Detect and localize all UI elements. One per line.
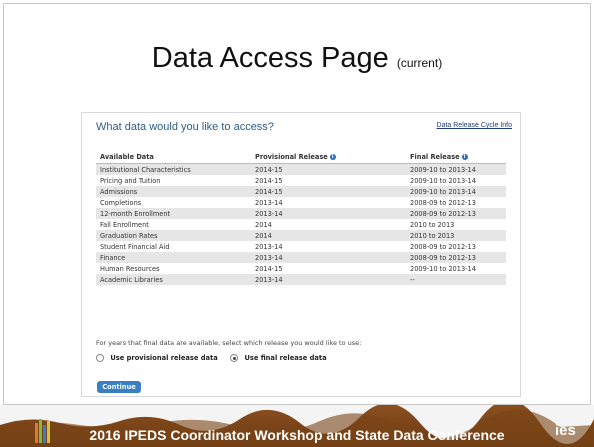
cell-data-name: Pricing and Tuition <box>100 176 161 185</box>
slide-title: Data Access Page (current) <box>0 42 594 75</box>
access-question: What data would you like to access? <box>96 121 274 133</box>
table-row: Graduation Rates 2014 2010 to 2013 <box>96 230 506 241</box>
table-row: Student Financial Aid 2013-14 2008-09 to 2… <box>96 241 506 252</box>
cell-final: 2010 to 2013 <box>406 230 506 241</box>
cell-final: 2008-09 to 2012-13 <box>410 242 476 251</box>
ies-logo: ies <box>555 422 576 439</box>
cell-final: 2009-10 to 2013-14 <box>410 264 476 273</box>
cell-final: 2008-09 to 2012-13 <box>406 252 506 263</box>
slide-title-text: Data Access Page <box>151 42 389 74</box>
cell-data-name: Completions <box>100 198 142 207</box>
table-row: Completions 2013-14 2008-09 to 2012-13 <box>96 197 506 208</box>
cell-data-name: 12-month Enrollment <box>96 208 251 219</box>
cell-data-name: Finance <box>96 252 251 263</box>
slide: Data Access Page (current) What data wou… <box>0 0 594 447</box>
cell-final: 2008-09 to 2012-13 <box>406 208 506 219</box>
cell-final: 2009-10 to 2013-14 <box>406 186 506 197</box>
option-final[interactable]: Use final release data <box>230 354 327 362</box>
option-provisional-label: Use provisional release data <box>110 354 218 362</box>
info-icon[interactable]: i <box>461 154 468 160</box>
table-row: Human Resources 2014-15 2009-10 to 2013-14 <box>96 263 506 274</box>
cell-provisional: 2014-15 <box>255 264 283 273</box>
cell-provisional: 2014 <box>255 220 272 229</box>
release-options: Use provisional release data Use final r… <box>96 354 337 362</box>
table-row: Institutional Characteristics 2014-15 2009… <box>96 163 506 175</box>
cell-data-name: Graduation Rates <box>96 230 251 241</box>
available-data-table: Available Data Provisional Release i Fina… <box>96 151 506 285</box>
radio-provisional[interactable] <box>96 354 104 362</box>
option-final-label: Use final release data <box>244 354 327 362</box>
slide-title-sub: (current) <box>396 56 443 70</box>
table-row: Fall Enrollment 2014 2010 to 2013 <box>96 219 506 230</box>
cell-provisional: 2013-14 <box>255 242 283 251</box>
table-header-row: Available Data Provisional Release i Fina… <box>96 151 506 164</box>
cell-provisional: 2013-14 <box>251 208 406 219</box>
release-prompt: For years that final data are available,… <box>96 339 362 347</box>
cell-data-name: Human Resources <box>100 264 160 273</box>
cell-provisional: 2014-15 <box>251 163 406 175</box>
header-provisional-release: Provisional Release i <box>251 151 406 164</box>
cell-final: 2009-10 to 2013-14 <box>406 163 506 175</box>
cell-provisional: 2013-14 <box>251 274 406 285</box>
table-row: Admissions 2014-15 2009-10 to 2013-14 <box>96 186 506 197</box>
cell-final: -- <box>406 274 506 285</box>
cell-provisional: 2013-14 <box>251 252 406 263</box>
cell-data-name: Admissions <box>96 186 251 197</box>
continue-button[interactable]: Continue <box>97 381 141 393</box>
cell-data-name: Student Financial Aid <box>100 242 170 251</box>
cell-final: 2009-10 to 2013-14 <box>410 176 476 185</box>
table-row: Pricing and Tuition 2014-15 2009-10 to 201… <box>96 175 506 186</box>
cell-data-name: Academic Libraries <box>96 274 251 285</box>
table-row: Academic Libraries 2013-14 -- <box>96 274 506 285</box>
table-row: 12-month Enrollment 2013-14 2008-09 to 201… <box>96 208 506 219</box>
cell-provisional: 2014-15 <box>251 186 406 197</box>
radio-final[interactable] <box>230 354 239 362</box>
header-available-data: Available Data <box>96 151 251 164</box>
cell-provisional: 2014 <box>251 230 406 241</box>
table-row: Finance 2013-14 2008-09 to 2012-13 <box>96 252 506 263</box>
data-access-screenshot: What data would you like to access? Data… <box>81 112 521 397</box>
release-cycle-link[interactable]: Data Release Cycle Info <box>437 122 512 129</box>
cell-data-name: Fall Enrollment <box>100 220 149 229</box>
footer-text: 2016 IPEDS Coordinator Workshop and Stat… <box>89 427 505 443</box>
info-icon[interactable]: i <box>329 154 336 160</box>
cell-data-name: Institutional Characteristics <box>96 163 251 175</box>
cell-provisional: 2014-15 <box>255 176 283 185</box>
option-provisional[interactable]: Use provisional release data <box>96 354 218 362</box>
header-final-release: Final Release i <box>406 151 506 164</box>
cell-final: 2010 to 2013 <box>410 220 455 229</box>
cell-final: 2008-09 to 2012-13 <box>410 198 476 207</box>
cell-provisional: 2013-14 <box>255 198 283 207</box>
